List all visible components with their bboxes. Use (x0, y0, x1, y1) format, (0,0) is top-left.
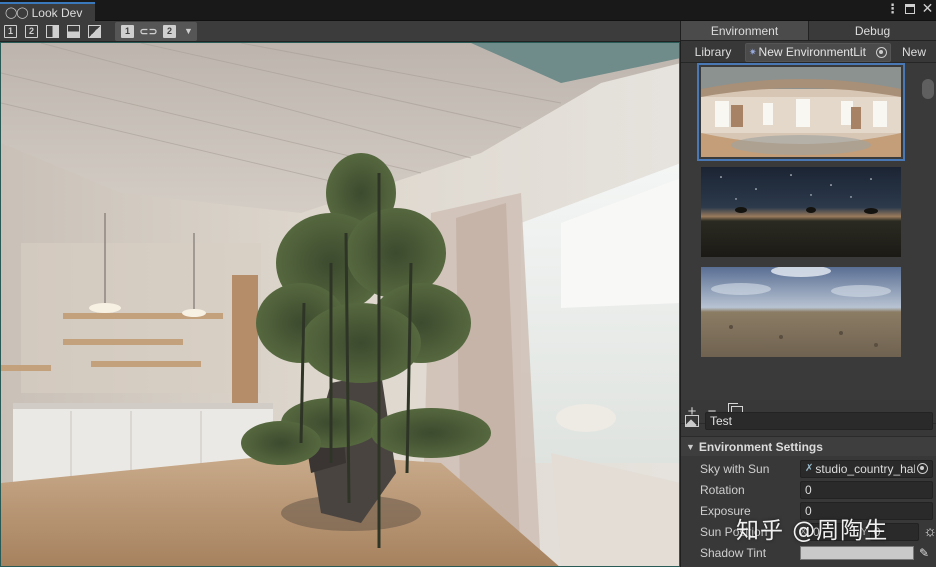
library-label: Library (694, 45, 732, 59)
foldout-arrow-icon: ▼ (686, 441, 695, 452)
maximize-icon[interactable] (905, 3, 915, 14)
close-icon[interactable]: ✕ (922, 1, 934, 15)
look-dev-toolbar: 1 2 1 ⊂⊃ 2 ▼ (0, 21, 680, 42)
look-dev-side-panel: Environment Debug Library ✷ New Environm… (680, 21, 936, 567)
panel-tab-bar: Environment Debug (681, 21, 936, 41)
environment-name-field[interactable]: Test (705, 412, 933, 430)
environment-name-row: Test (681, 409, 936, 433)
environment-library-field[interactable]: ✷ New EnvironmentLit (745, 42, 891, 62)
glasses-icon: ◯◯ (5, 6, 29, 19)
kebab-menu-icon[interactable]: ⋮ (886, 2, 899, 15)
shadow-tint-label: Shadow Tint (700, 545, 767, 560)
link-icon[interactable]: ⊂⊃ (139, 25, 157, 38)
compare-view-1-button[interactable]: 1 (121, 24, 134, 38)
eyedropper-icon[interactable]: ✎ (919, 546, 929, 560)
object-picker-icon[interactable] (876, 46, 887, 58)
scene-render (1, 43, 679, 566)
rotation-label: Rotation (700, 482, 745, 497)
rotation-field[interactable]: 0 (800, 480, 933, 499)
top-bottom-split-icon[interactable] (67, 24, 80, 38)
environment-list (681, 63, 936, 400)
side-by-side-icon[interactable] (46, 24, 59, 38)
look-dev-tab-label: Look Dev (31, 5, 83, 20)
new-library-button[interactable]: New (891, 45, 936, 59)
rotation-row: Rotation 0 (681, 479, 936, 500)
tab-environment[interactable]: Environment (681, 21, 809, 41)
shadow-tint-color-field[interactable] (800, 545, 914, 560)
tab-debug[interactable]: Debug (809, 21, 936, 41)
environment-library-icon: ✷ (749, 46, 757, 57)
environment-settings-title: Environment Settings (698, 439, 823, 454)
look-dev-viewport[interactable] (0, 42, 680, 567)
window-title-bar: ◯◯ Look Dev ⋮ ✕ (0, 0, 936, 21)
sun-icon[interactable]: ☼ (923, 523, 936, 540)
image-icon (685, 415, 699, 427)
library-bar: Library ✷ New EnvironmentLit New (681, 42, 936, 63)
environment-thumbnail-night[interactable] (701, 167, 901, 257)
dropdown-caret-icon[interactable]: ▼ (184, 26, 193, 36)
single-view-2-button[interactable]: 2 (25, 24, 38, 38)
diagonal-split-icon[interactable] (88, 24, 101, 38)
sky-with-sun-field[interactable]: ✗ studio_country_hall (800, 459, 933, 478)
environment-thumbnail-interior[interactable] (697, 63, 905, 161)
shadow-tint-row: Shadow Tint ✎ (681, 542, 936, 563)
object-picker-icon[interactable] (917, 463, 928, 474)
single-view-1-button[interactable]: 1 (4, 24, 17, 38)
scrollbar-handle[interactable] (922, 79, 934, 99)
sky-with-sun-label: Sky with Sun (700, 461, 770, 476)
sky-with-sun-value: studio_country_hall (815, 461, 915, 476)
environment-settings-header[interactable]: ▼ Environment Settings (681, 436, 936, 456)
environment-thumbnail-field[interactable] (701, 267, 901, 357)
look-dev-tab[interactable]: ◯◯ Look Dev (0, 2, 95, 21)
sky-with-sun-row: Sky with Sun ✗ studio_country_hall (681, 458, 936, 479)
cubemap-icon: ✗ (805, 462, 814, 474)
environment-library-name: New EnvironmentLit (758, 45, 866, 59)
compare-view-2-button[interactable]: 2 (163, 24, 176, 38)
compare-mode-group: 1 ⊂⊃ 2 ▼ (115, 21, 197, 41)
watermark: 知乎 @周陶生 (736, 518, 889, 544)
